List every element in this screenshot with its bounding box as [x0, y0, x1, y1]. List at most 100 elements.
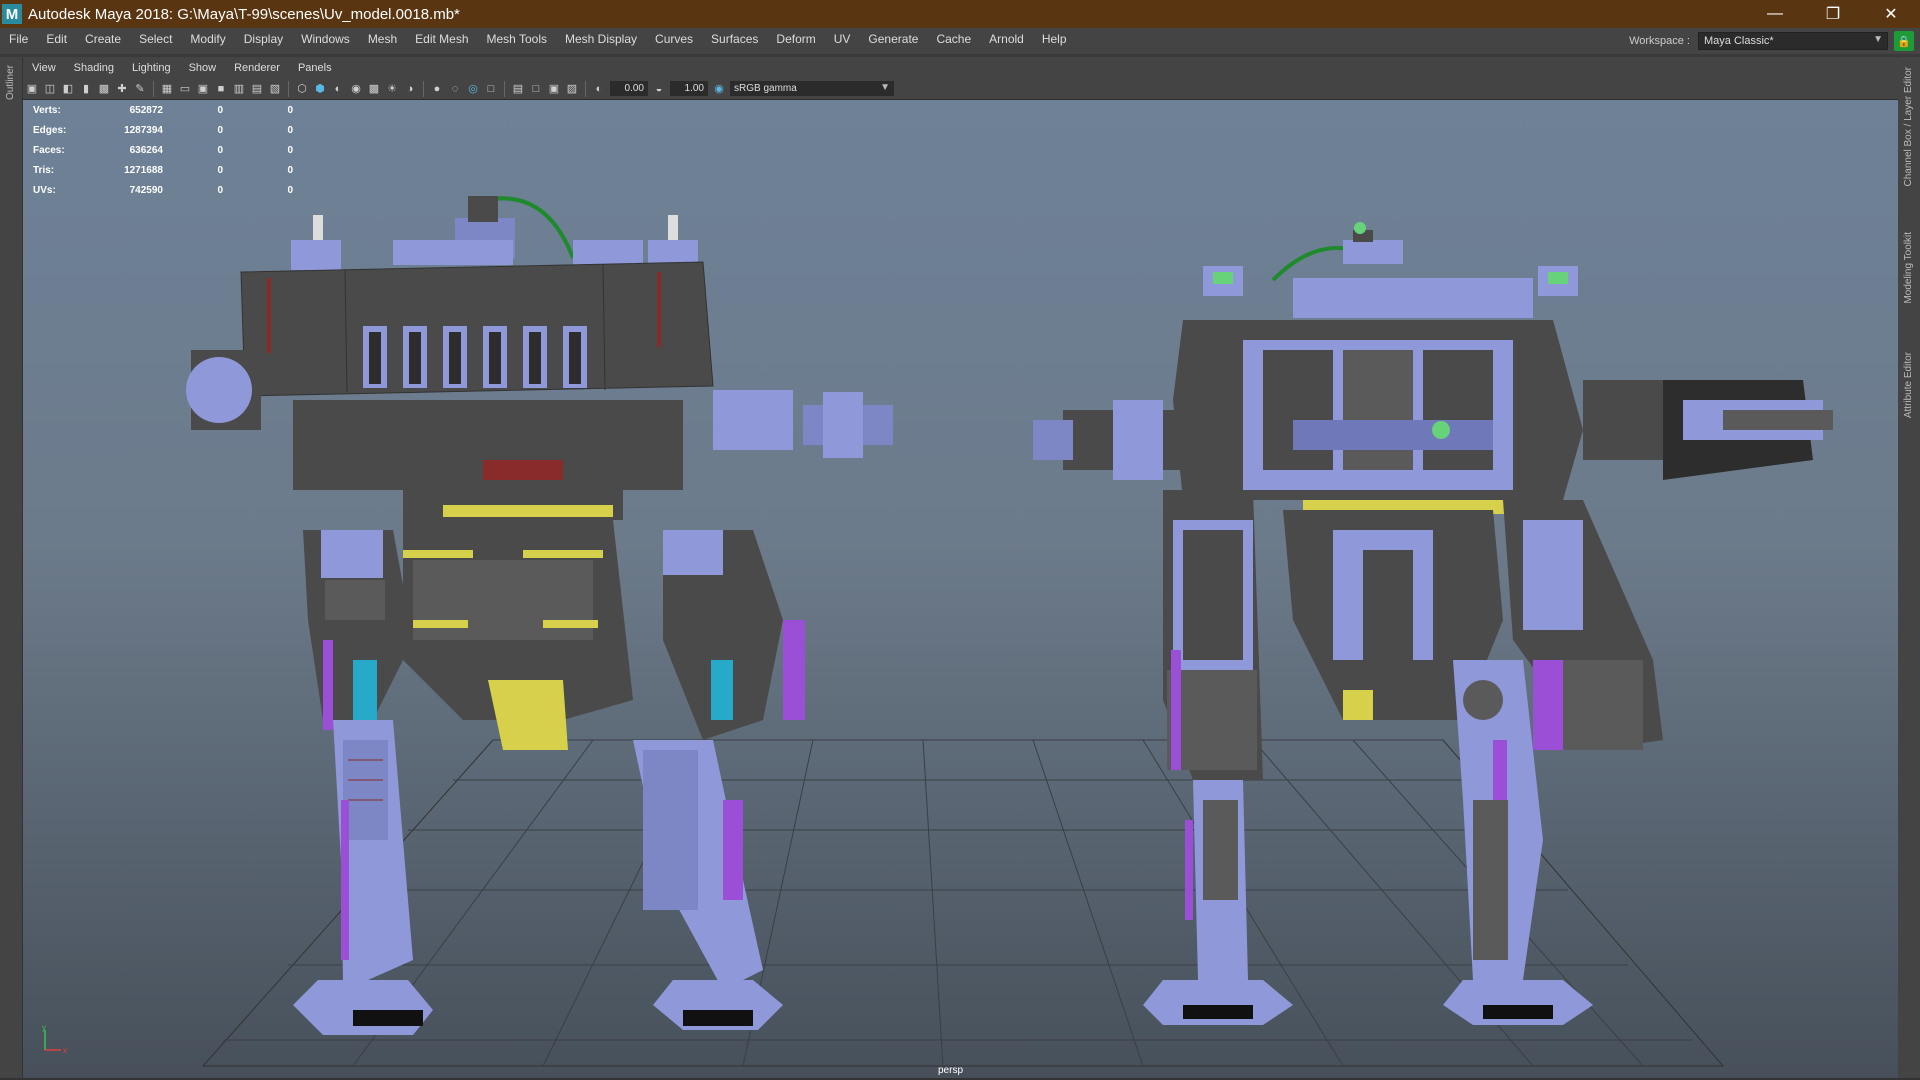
restore-button[interactable]: ❐ [1804, 0, 1862, 28]
hud-value: 0 [287, 184, 293, 196]
lock-icon[interactable]: 🔒 [1894, 31, 1914, 51]
hud-label: Verts: [33, 104, 61, 116]
menu-mesh[interactable]: Mesh [359, 32, 406, 46]
menu-uv[interactable]: UV [825, 32, 860, 46]
menu-deform[interactable]: Deform [767, 32, 824, 46]
menu-mesh-display[interactable]: Mesh Display [556, 32, 646, 46]
checker-icon[interactable]: ▩ [367, 82, 381, 96]
hud-row-uvs: UVs: 742590 0 0 [33, 180, 293, 200]
toolbar-separator [288, 80, 289, 97]
menu-file[interactable]: File [0, 32, 37, 46]
menu-edit[interactable]: Edit [37, 32, 76, 46]
hud-value: 0 [287, 124, 293, 136]
ambient-occlusion-icon[interactable]: ● [430, 82, 444, 96]
panel-toolbar: ▣ ◫ ◧ ▮ ▩ ✚ ✎ ▦ ▭ ▣ ■ ▥ ▤ ▧ ⬡ ⬢ ◐ ◉ ▩ ☀ … [23, 78, 1898, 100]
depth-of-field-icon[interactable]: □ [484, 82, 498, 96]
hud-label: Tris: [33, 164, 55, 176]
safe-action-icon[interactable]: ▤ [250, 82, 264, 96]
3d-viewport[interactable]: Verts: 652872 0 0 Edges: 1287394 0 0 Fac… [23, 100, 1898, 1078]
lights-icon[interactable]: ☀ [385, 82, 399, 96]
axis-gizmo-icon: y x [42, 1024, 67, 1054]
minimize-button[interactable]: — [1746, 0, 1804, 28]
wireframe-on-shaded-icon[interactable]: ◐ [331, 82, 345, 96]
right-side-tabs: Channel Box / Layer Editor Modeling Tool… [1897, 57, 1920, 1080]
menu-curves[interactable]: Curves [646, 32, 702, 46]
menu-mesh-tools[interactable]: Mesh Tools [478, 32, 556, 46]
chevron-down-icon: ▼ [1873, 34, 1883, 45]
field-chart-icon[interactable]: ▥ [232, 82, 246, 96]
xray-components-icon[interactable]: ▨ [565, 82, 579, 96]
hud-label: UVs: [33, 184, 56, 196]
divider [0, 54, 1920, 57]
panel-menubar: View Shading Lighting Show Renderer Pane… [23, 58, 1898, 78]
exposure-icon[interactable]: ◐ [592, 82, 606, 96]
view-transform-dropdown[interactable]: sRGB gamma ▼ [730, 81, 894, 96]
resolution-gate-icon[interactable]: ▣ [196, 82, 210, 96]
camera-icon[interactable]: ▣ [25, 82, 39, 96]
menu-edit-mesh[interactable]: Edit Mesh [406, 32, 477, 46]
exposure-field[interactable]: 0.00 [610, 81, 648, 96]
anti-aliasing-icon[interactable]: ◎ [466, 82, 480, 96]
hud-value: 652872 [129, 104, 163, 116]
menu-display[interactable]: Display [235, 32, 292, 46]
hud-value: 0 [287, 144, 293, 156]
grease-pencil-icon[interactable]: ✎ [133, 82, 147, 96]
menu-create[interactable]: Create [76, 32, 130, 46]
menu-select[interactable]: Select [130, 32, 181, 46]
camera-name-label: persp [938, 1065, 964, 1076]
hud-row-faces: Faces: 636264 0 0 [33, 140, 293, 160]
window-title: Autodesk Maya 2018: G:\Maya\T-99\scenes\… [28, 5, 460, 23]
panel-menu-panels[interactable]: Panels [289, 62, 341, 74]
panel-menu-show[interactable]: Show [180, 62, 226, 74]
tab-outliner[interactable]: Outliner [5, 65, 16, 100]
film-gate-icon[interactable]: ▭ [178, 82, 192, 96]
menu-cache[interactable]: Cache [927, 32, 980, 46]
toolbar-separator [585, 80, 586, 97]
panel-menu-renderer[interactable]: Renderer [225, 62, 289, 74]
bookmark-icon[interactable]: ▮ [79, 82, 93, 96]
color-management-icon[interactable]: ◉ [712, 82, 726, 96]
panel-menu-lighting[interactable]: Lighting [123, 62, 180, 74]
gate-mask-icon[interactable]: ■ [214, 82, 228, 96]
textured-icon[interactable]: ◉ [349, 82, 363, 96]
xray-icon[interactable]: □ [529, 82, 543, 96]
wireframe-icon[interactable]: ⬡ [295, 82, 309, 96]
tab-modeling-toolkit[interactable]: Modeling Toolkit [1903, 232, 1914, 304]
hud-value: 1271688 [124, 164, 163, 176]
hud-value: 0 [217, 144, 223, 156]
image-plane-icon[interactable]: ▩ [97, 82, 111, 96]
camera-lock-icon[interactable]: ◫ [43, 82, 57, 96]
workspace-label: Workspace : [1629, 35, 1690, 47]
menu-arnold[interactable]: Arnold [980, 32, 1033, 46]
safe-title-icon[interactable]: ▧ [268, 82, 282, 96]
menu-windows[interactable]: Windows [292, 32, 359, 46]
menu-surfaces[interactable]: Surfaces [702, 32, 767, 46]
workspace-dropdown[interactable]: Maya Classic* ▼ [1698, 32, 1888, 50]
menu-modify[interactable]: Modify [181, 32, 234, 46]
toolbar-separator [423, 80, 424, 97]
workspace-selector: Workspace : Maya Classic* ▼ 🔒 [1629, 28, 1920, 54]
tab-channel-box[interactable]: Channel Box / Layer Editor [1903, 67, 1914, 187]
toolbar-separator [153, 80, 154, 97]
smooth-shade-icon[interactable]: ⬢ [313, 82, 327, 96]
isolate-select-icon[interactable]: ▤ [511, 82, 525, 96]
tab-attribute-editor[interactable]: Attribute Editor [1903, 352, 1914, 418]
menu-help[interactable]: Help [1033, 32, 1076, 46]
panel-menu-view[interactable]: View [23, 62, 65, 74]
hud-value: 742590 [129, 184, 163, 196]
panel-menu-shading[interactable]: Shading [65, 62, 123, 74]
motion-blur-icon[interactable]: ◌ [448, 82, 462, 96]
2d-pan-zoom-icon[interactable]: ✚ [115, 82, 129, 96]
gamma-icon[interactable]: ◒ [652, 82, 666, 96]
shadows-icon[interactable]: ◑ [403, 82, 417, 96]
poly-count-hud: Verts: 652872 0 0 Edges: 1287394 0 0 Fac… [33, 100, 293, 200]
grid-icon[interactable]: ▦ [160, 82, 174, 96]
hud-value: 0 [287, 164, 293, 176]
camera-attributes-icon[interactable]: ◧ [61, 82, 75, 96]
hud-row-edges: Edges: 1287394 0 0 [33, 120, 293, 140]
hud-value: 0 [217, 104, 223, 116]
gamma-field[interactable]: 1.00 [670, 81, 708, 96]
close-button[interactable]: ✕ [1862, 0, 1920, 28]
menu-generate[interactable]: Generate [859, 32, 927, 46]
xray-joints-icon[interactable]: ▣ [547, 82, 561, 96]
